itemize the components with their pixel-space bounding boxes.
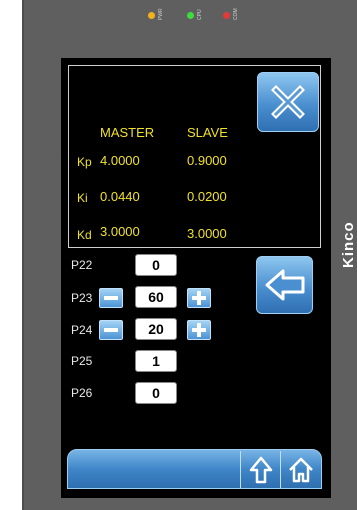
p24-plus-button[interactable] bbox=[187, 320, 211, 340]
up-button[interactable] bbox=[240, 451, 281, 488]
p24-value[interactable]: 20 bbox=[135, 318, 177, 340]
cpu-led-label: CPU bbox=[197, 9, 203, 20]
minus-icon bbox=[104, 328, 118, 332]
p24-minus-button[interactable] bbox=[99, 320, 123, 340]
com-led bbox=[223, 12, 230, 19]
p24-label: P24 bbox=[71, 323, 93, 337]
slave-header: SLAVE bbox=[187, 125, 228, 140]
kp-label: Kp bbox=[77, 155, 92, 169]
ki-label: Ki bbox=[77, 191, 88, 205]
back-arrow-icon bbox=[265, 269, 304, 301]
pwr-led-label: PWR bbox=[158, 8, 164, 20]
ki-master-value[interactable]: 0.0440 bbox=[100, 189, 140, 204]
p23-label: P23 bbox=[71, 291, 93, 305]
cpu-led bbox=[187, 12, 194, 19]
master-header: MASTER bbox=[100, 125, 155, 140]
close-x-icon bbox=[271, 85, 305, 119]
plus-icon bbox=[192, 323, 206, 337]
back-button[interactable] bbox=[256, 256, 313, 314]
kd-slave-value[interactable]: 3.0000 bbox=[187, 226, 227, 241]
pwr-led bbox=[148, 12, 155, 19]
p26-label: P26 bbox=[71, 386, 93, 400]
kp-master-value[interactable]: 4.0000 bbox=[100, 153, 140, 168]
minus-icon bbox=[104, 296, 118, 300]
kp-slave-value[interactable]: 0.9000 bbox=[187, 153, 227, 168]
ki-slave-value[interactable]: 0.0200 bbox=[187, 189, 227, 204]
brand-logo: Kinco bbox=[340, 221, 357, 268]
home-icon bbox=[289, 457, 313, 482]
kd-label: Kd bbox=[77, 228, 92, 242]
p25-label: P25 bbox=[71, 354, 93, 368]
close-button[interactable] bbox=[257, 72, 319, 132]
p23-plus-button[interactable] bbox=[187, 288, 211, 308]
p22-label: P22 bbox=[71, 258, 93, 272]
p23-minus-button[interactable] bbox=[99, 288, 123, 308]
home-button[interactable] bbox=[280, 451, 321, 488]
bottom-nav-bar bbox=[67, 449, 322, 489]
p26-value[interactable]: 0 bbox=[135, 382, 177, 404]
p22-value[interactable]: 0 bbox=[135, 254, 177, 276]
kd-master-value[interactable]: 3.0000 bbox=[100, 224, 140, 239]
com-led-label: COM bbox=[233, 8, 239, 20]
p23-value[interactable]: 60 bbox=[135, 286, 177, 308]
up-arrow-icon bbox=[249, 456, 273, 483]
plus-icon bbox=[192, 291, 206, 305]
p25-value[interactable]: 1 bbox=[135, 350, 177, 372]
